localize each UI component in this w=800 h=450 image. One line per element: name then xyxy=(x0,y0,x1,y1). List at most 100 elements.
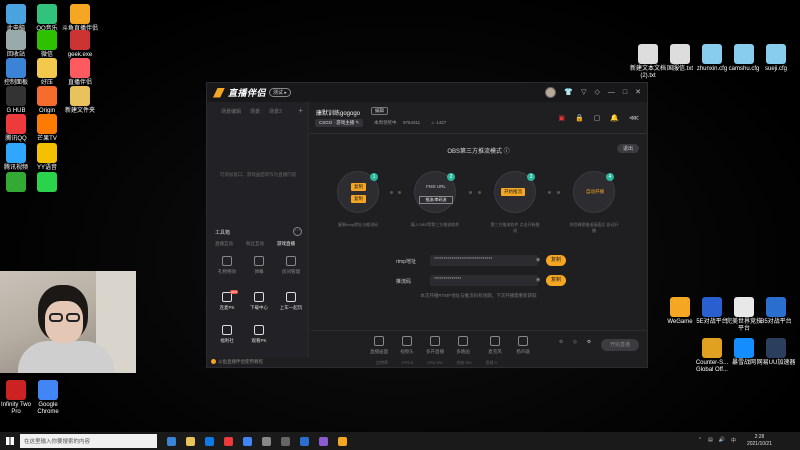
tool-carpool[interactable]: 上车一起玩 xyxy=(277,292,305,311)
rtmp-field[interactable]: ****************************** xyxy=(430,255,538,266)
bell-icon[interactable]: 🔔 xyxy=(610,114,619,122)
taskbar-app-4[interactable] xyxy=(243,436,252,446)
share-icon[interactable]: ⋘ xyxy=(629,114,639,122)
network-icon[interactable]: ▤ xyxy=(708,437,713,444)
taskbar-app-5[interactable] xyxy=(262,436,271,446)
tool-speaker[interactable]: 扬声器 xyxy=(510,336,536,355)
version-badge[interactable]: 测试 ▸ xyxy=(269,88,291,97)
app-titlebar[interactable]: 直播伴侣 测试 ▸ 👕 ▽ ◇ — □ ✕ xyxy=(207,83,647,102)
desktop-icon-left-12-icon xyxy=(6,114,26,134)
go-live-button[interactable]: 开始直播 xyxy=(601,339,639,351)
ime-indicator[interactable]: 中 xyxy=(731,437,736,444)
desktop-icon-left-11[interactable]: 新建文件夹 xyxy=(60,86,100,115)
tool-download-center[interactable]: 下载中心 xyxy=(245,292,273,311)
lock-icon[interactable]: 🔒 xyxy=(575,114,584,122)
tab-scene-1[interactable]: 场景 xyxy=(250,108,260,115)
settings-icon[interactable]: ⚙ xyxy=(576,339,602,345)
volume-icon[interactable]: 🔊 xyxy=(719,437,725,444)
add-scene-button[interactable]: + xyxy=(298,106,303,115)
clock[interactable]: 2:28 2021/10/21 xyxy=(747,434,772,448)
eye-icon[interactable]: ◉ xyxy=(536,277,540,283)
tool-gift-effects[interactable]: 礼物特效 xyxy=(213,256,241,275)
tab-fan-interaction[interactable]: 粉丝互动 xyxy=(246,241,264,247)
copy-rtmp-button[interactable]: 复制 xyxy=(546,255,566,266)
step-connector xyxy=(548,191,551,194)
close-icon[interactable]: ✕ xyxy=(635,88,641,98)
rtmp-label: rtmp地址 xyxy=(396,259,417,265)
room-icon xyxy=(286,256,296,266)
desktop: 直播伴侣 测试 ▸ 👕 ▽ ◇ — □ ✕ 场景编辑 场景 场景2 + 可添加窗… xyxy=(0,0,800,432)
box-icon[interactable]: ▢ xyxy=(594,114,601,122)
start-button[interactable] xyxy=(0,432,20,450)
toolbox-tabs: 直播互动 粉丝互动 游戏直播 xyxy=(215,241,295,247)
taskbar-app-3[interactable] xyxy=(224,436,233,446)
desktop-icon-left-2[interactable]: 斗鱼直播伴侣 xyxy=(60,4,100,33)
microphone-icon xyxy=(490,336,500,346)
exit-mode-button[interactable]: 退出 xyxy=(616,144,639,153)
eye-icon[interactable]: ◉ xyxy=(536,257,540,263)
danmaku-icon xyxy=(254,256,264,266)
edit-title-button[interactable]: 编辑 xyxy=(371,107,388,115)
filter-icon[interactable]: ▽ xyxy=(581,88,586,98)
taskbar-app-2[interactable] xyxy=(205,436,214,446)
taskbar-app-7[interactable] xyxy=(300,436,309,446)
live-icon[interactable]: ▣ xyxy=(558,114,565,122)
taskbar-app-9[interactable] xyxy=(338,436,347,446)
tool-pk[interactable]: HOT 连麦PK xyxy=(213,290,241,311)
taskbar-app-8[interactable] xyxy=(319,436,328,446)
chevron-up-icon[interactable]: ⌃ xyxy=(698,437,702,444)
tool-microphone[interactable]: 麦克风 xyxy=(482,336,508,355)
desktop-icon-label: 芒果TV xyxy=(37,136,57,142)
desktop-icon-left-16[interactable]: YY语音 xyxy=(27,143,67,172)
taskbar-app-6[interactable] xyxy=(281,436,290,446)
download-icon xyxy=(254,292,264,302)
tab-game-live[interactable]: 游戏直播 xyxy=(277,241,295,247)
tab-scene-2[interactable]: 场景2 xyxy=(269,108,282,115)
tool-camera[interactable]: 视频头 xyxy=(394,336,420,355)
toolbox-title: 工具箱 xyxy=(215,230,231,236)
toolbox-more-button[interactable]: ⋯ xyxy=(293,227,302,236)
tag-icon[interactable]: ◇ xyxy=(595,88,600,98)
shirt-icon[interactable]: 👕 xyxy=(564,88,573,98)
minimize-icon[interactable]: — xyxy=(608,88,615,98)
desktop-icon-left-19[interactable] xyxy=(27,172,67,194)
webcam-person-face xyxy=(45,301,83,343)
car-icon xyxy=(286,292,296,302)
hot-badge: HOT xyxy=(230,290,239,294)
tab-scene-edit[interactable]: 场景编辑 xyxy=(221,108,241,115)
taskbar-app-1[interactable] xyxy=(186,436,195,446)
desktop-icon-left-18-icon xyxy=(6,172,26,192)
tool-live-view[interactable]: 直播画面 xyxy=(366,336,392,355)
tool-danmaku[interactable]: 弹幕 xyxy=(245,256,273,275)
category-selector[interactable]: CSGO · 游戏主播 ✎ xyxy=(315,119,364,127)
tool-multi-view[interactable]: 多路画 xyxy=(450,336,476,355)
tool-welfare[interactable]: 福利社 xyxy=(213,325,241,344)
tool-multi-stream[interactable]: 多开直播 xyxy=(422,336,448,355)
empty-scene-hint: 可添加窗口、游戏画面等作为直播内容 xyxy=(219,172,297,177)
user-avatar[interactable] xyxy=(545,87,557,98)
desktop-icon-file-4-icon xyxy=(766,44,786,64)
stat-heat: ♨ 1427 xyxy=(431,120,447,125)
desktop-icon-file-4[interactable]: sueji.cfg xyxy=(756,44,796,73)
step-number: 4 xyxy=(606,173,614,181)
step-connector xyxy=(478,191,481,194)
copy-key-button[interactable]: 复制 xyxy=(546,275,566,286)
desktop-icon-game-6[interactable]: 网易UU加速器 xyxy=(756,338,796,367)
maximize-icon[interactable]: □ xyxy=(623,88,627,98)
tool-watch-pk[interactable]: 观看PK xyxy=(245,325,273,344)
stream-key-field[interactable]: ************** xyxy=(430,275,538,286)
step-1: 1 复制 复制 xyxy=(337,171,379,213)
desktop-icon-left-8[interactable]: 直播伴侣 xyxy=(60,58,100,87)
desktop-icon-left-5[interactable]: geek.exe xyxy=(60,30,100,59)
desktop-icon-left-9-icon xyxy=(6,86,26,106)
taskbar-app-0[interactable] xyxy=(167,436,176,446)
tutorial-link[interactable]: 斗鱼直播伴侣使用教程 xyxy=(211,359,263,365)
desktop-icon-bottom-1[interactable]: Google Chrome xyxy=(28,380,68,416)
desktop-icon-left-13[interactable]: 芒果TV xyxy=(27,114,67,143)
desktop-icon-game-6-icon xyxy=(766,338,786,358)
tab-live-interaction[interactable]: 直播互动 xyxy=(215,241,233,247)
desktop-icon-game-3[interactable]: B5对战平台 xyxy=(756,297,796,326)
clock-date: 2021/10/21 xyxy=(746,441,772,447)
tool-room-manage[interactable]: 房间管理 xyxy=(277,256,305,275)
taskbar-search[interactable]: 在这里输入你要搜索的内容 xyxy=(20,434,157,448)
